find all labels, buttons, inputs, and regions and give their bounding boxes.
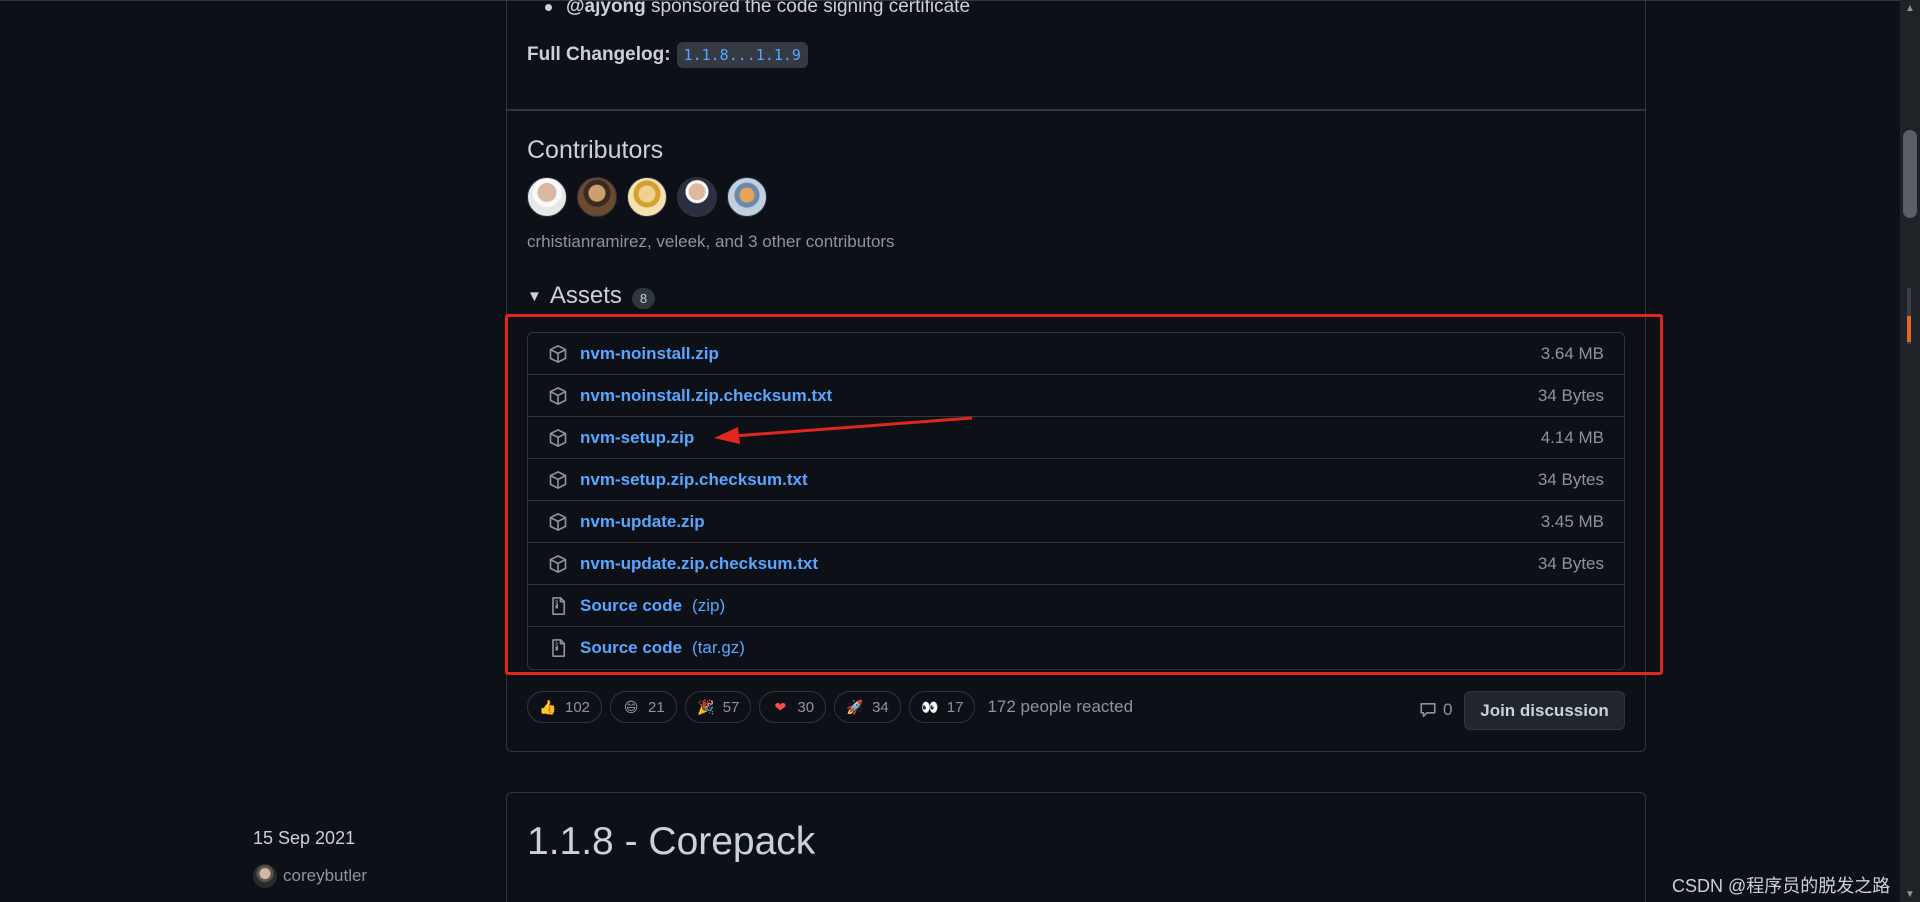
reaction-count: 57 [722,698,740,716]
changelog-label: Full Changelog: [527,44,671,65]
full-changelog: Full Changelog: 1.1.8...1.1.9 [527,42,808,68]
contributor-avatar[interactable] [527,177,567,217]
sponsor-user-link[interactable]: @ajyong [566,0,646,17]
contributor-avatar[interactable] [627,177,667,217]
rocket-icon: 🚀 [846,698,864,715]
assets-heading: Assets [549,282,622,309]
vertical-scrollbar[interactable]: ▲ ▼ [1900,0,1920,902]
contributors-heading: Contributors [527,136,664,164]
bullet-text: sponsored the code signing certificate [651,0,971,17]
bullet-dot [545,3,552,11]
reaction-count: 34 [872,698,889,716]
reaction-hooray[interactable]: 🎉 57 [684,691,752,723]
reaction-count: 102 [565,698,591,716]
reaction-laugh[interactable]: 😄 21 [610,691,677,723]
reaction-rocket[interactable]: 🚀 34 [834,691,901,723]
assets-count-badge: 8 [631,287,656,309]
release-date: 15 Sep 2021 [253,828,356,848]
join-discussion-button[interactable]: Join discussion [1464,691,1625,730]
reaction-eyes[interactable]: 👀 17 [908,691,976,723]
scroll-marker-accent [1907,316,1911,342]
release-note-bullet: @ajyong sponsored the code signing certi… [545,0,970,18]
caret-down-icon: ▼ [527,287,542,305]
release-page: @ajyong sponsored the code signing certi… [0,0,1920,902]
scroll-up-arrow-icon[interactable]: ▲ [1900,0,1920,16]
reactions-summary: 172 people reacted [987,697,1134,716]
reactions-bar: 👍 102 😄 21 🎉 57 ❤ 30 🚀 34 👀 17 172 peopl… [527,691,1133,723]
scrollbar-thumb[interactable] [1903,130,1917,218]
assets-toggle[interactable]: ▼ Assets 8 [527,282,656,310]
release-author[interactable]: coreybutler [253,864,367,888]
annotation-arrow-icon [714,416,973,444]
contributor-avatars [527,177,767,217]
author-name: coreybutler [283,866,368,885]
author-avatar [253,864,277,888]
scroll-down-arrow-icon[interactable]: ▼ [1900,886,1920,902]
watermark: CSDN @程序员的脱发之路 [1672,876,1891,896]
contributor-avatar[interactable] [577,177,617,217]
reaction-thumbs-up[interactable]: 👍 102 [527,691,603,723]
annotation-highlight-box [505,314,1663,675]
eyes-icon: 👀 [921,698,939,715]
comment-icon [1420,703,1436,717]
reaction-count: 17 [946,698,964,716]
thumbs-up-icon: 👍 [539,698,557,715]
party-icon: 🎉 [697,698,715,715]
changelog-range-link[interactable]: 1.1.8...1.1.9 [676,42,808,68]
contributors-summary: crhistianramirez, veleek, and 3 other co… [527,232,895,251]
comment-count-link[interactable]: 0 [1419,700,1452,720]
heart-icon: ❤ [774,698,787,715]
card-separator [506,109,1646,111]
reaction-heart[interactable]: ❤ 30 [759,691,827,723]
reaction-count: 21 [648,698,665,716]
contributor-avatar[interactable] [727,177,767,217]
laugh-icon: 😄 [623,698,639,715]
reaction-count: 30 [797,698,815,716]
contributor-avatar[interactable] [677,177,717,217]
release-title-link[interactable]: 1.1.8 - Corepack [527,820,815,864]
comment-count: 0 [1443,700,1453,719]
